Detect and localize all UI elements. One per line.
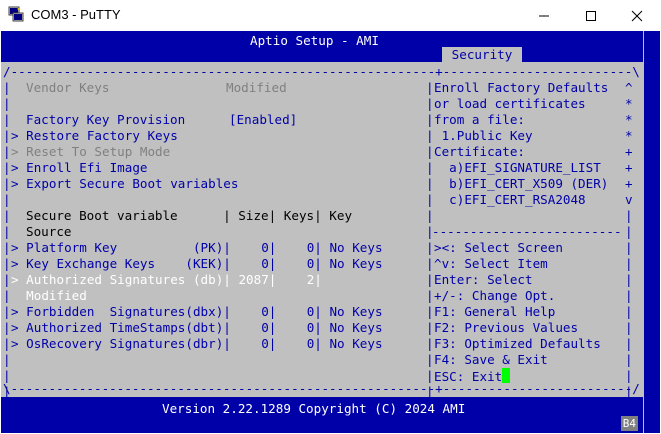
frame-top-border: /---------------------------------------… bbox=[3, 64, 640, 79]
help-line: or load certificates bbox=[434, 96, 586, 111]
terminal-screen[interactable]: Aptio Setup - AMI Security /------------… bbox=[1, 31, 660, 433]
key-hint: F2: Previous Values bbox=[434, 320, 579, 335]
frame-left-border: | bbox=[3, 80, 11, 95]
help-line: Enroll Factory Defaults bbox=[434, 80, 609, 95]
reset-setup-mode-item: > Reset To Setup Mode bbox=[11, 144, 171, 159]
key-hint: F3: Optimized Defaults bbox=[434, 336, 601, 351]
help-line: a)EFI_SIGNATURE_LIST bbox=[434, 160, 601, 175]
status-badge: B4 bbox=[620, 416, 638, 431]
putty-app-icon[interactable] bbox=[8, 6, 24, 22]
window-title: COM3 - PuTTY bbox=[31, 7, 121, 22]
table-row-dbx[interactable]: > Forbidden Signatures(dbx)| 0| 0| No Ke… bbox=[11, 304, 383, 320]
table-row-db-source: Modified bbox=[11, 288, 87, 303]
table-header: Secure Boot variable | Size| Keys| Key bbox=[26, 208, 353, 223]
key-hint: ><: Select Screen bbox=[434, 240, 563, 255]
maximize-icon bbox=[586, 10, 596, 21]
close-icon bbox=[631, 10, 643, 21]
table-row-dbr[interactable]: > OsRecovery Signatures(dbr)| 0| 0| No K… bbox=[11, 336, 383, 352]
close-button[interactable] bbox=[614, 0, 660, 31]
terminal-scrollbar[interactable] bbox=[644, 31, 660, 433]
tab-security[interactable]: Security bbox=[442, 47, 522, 63]
window-titlebar: COM3 - PuTTY bbox=[0, 0, 661, 31]
bios-header-title: Aptio Setup - AMI bbox=[250, 33, 379, 48]
help-divider: ------------------------- bbox=[432, 224, 622, 239]
frame-bottom-border: \---------------------------------------… bbox=[3, 381, 640, 396]
vendor-keys-value: Modified bbox=[226, 80, 287, 95]
key-hint: F4: Save & Exit bbox=[434, 352, 548, 367]
key-hint: F1: General Help bbox=[434, 304, 556, 319]
key-hint: ^v: Select Item bbox=[434, 256, 548, 271]
restore-factory-keys-item[interactable]: > Restore Factory Keys bbox=[11, 128, 178, 144]
help-line: c)EFI_CERT_RSA2048 bbox=[434, 192, 586, 207]
help-line: Certificate: bbox=[434, 144, 525, 159]
table-header-source: Source bbox=[26, 224, 72, 239]
enroll-efi-image-item[interactable]: > Enroll Efi Image bbox=[11, 160, 147, 176]
table-row-pk[interactable]: > Platform Key (PK)| 0| 0| No Keys bbox=[11, 240, 383, 256]
maximize-button[interactable] bbox=[568, 0, 614, 31]
minimize-button[interactable] bbox=[521, 0, 567, 31]
help-line: from a file: bbox=[434, 112, 525, 127]
factory-key-provision-value[interactable]: [Enabled] bbox=[229, 112, 297, 128]
table-row-dbt[interactable]: > Authorized TimeStamps(dbt)| 0| 0| No K… bbox=[11, 320, 383, 336]
table-row-kek[interactable]: > Key Exchange Keys (KEK)| 0| 0| No Keys bbox=[11, 256, 383, 272]
export-secure-boot-item[interactable]: > Export Secure Boot variables bbox=[11, 176, 238, 192]
help-line: 1.Public Key bbox=[434, 128, 533, 143]
factory-key-provision-label[interactable]: Factory Key Provision bbox=[26, 112, 185, 128]
vendor-keys-label: Vendor Keys bbox=[26, 80, 110, 95]
key-hint: Enter: Select bbox=[434, 272, 533, 287]
table-row-db[interactable]: > Authorized Signatures (db)| 2087| 2| bbox=[11, 272, 322, 288]
bios-footer-version: Version 2.22.1289 Copyright (C) 2024 AMI bbox=[162, 401, 466, 416]
key-hint: +/-: Change Opt. bbox=[434, 288, 556, 303]
minimize-icon bbox=[539, 15, 549, 16]
help-line: b)EFI_CERT_X509 (DER) bbox=[434, 176, 609, 191]
